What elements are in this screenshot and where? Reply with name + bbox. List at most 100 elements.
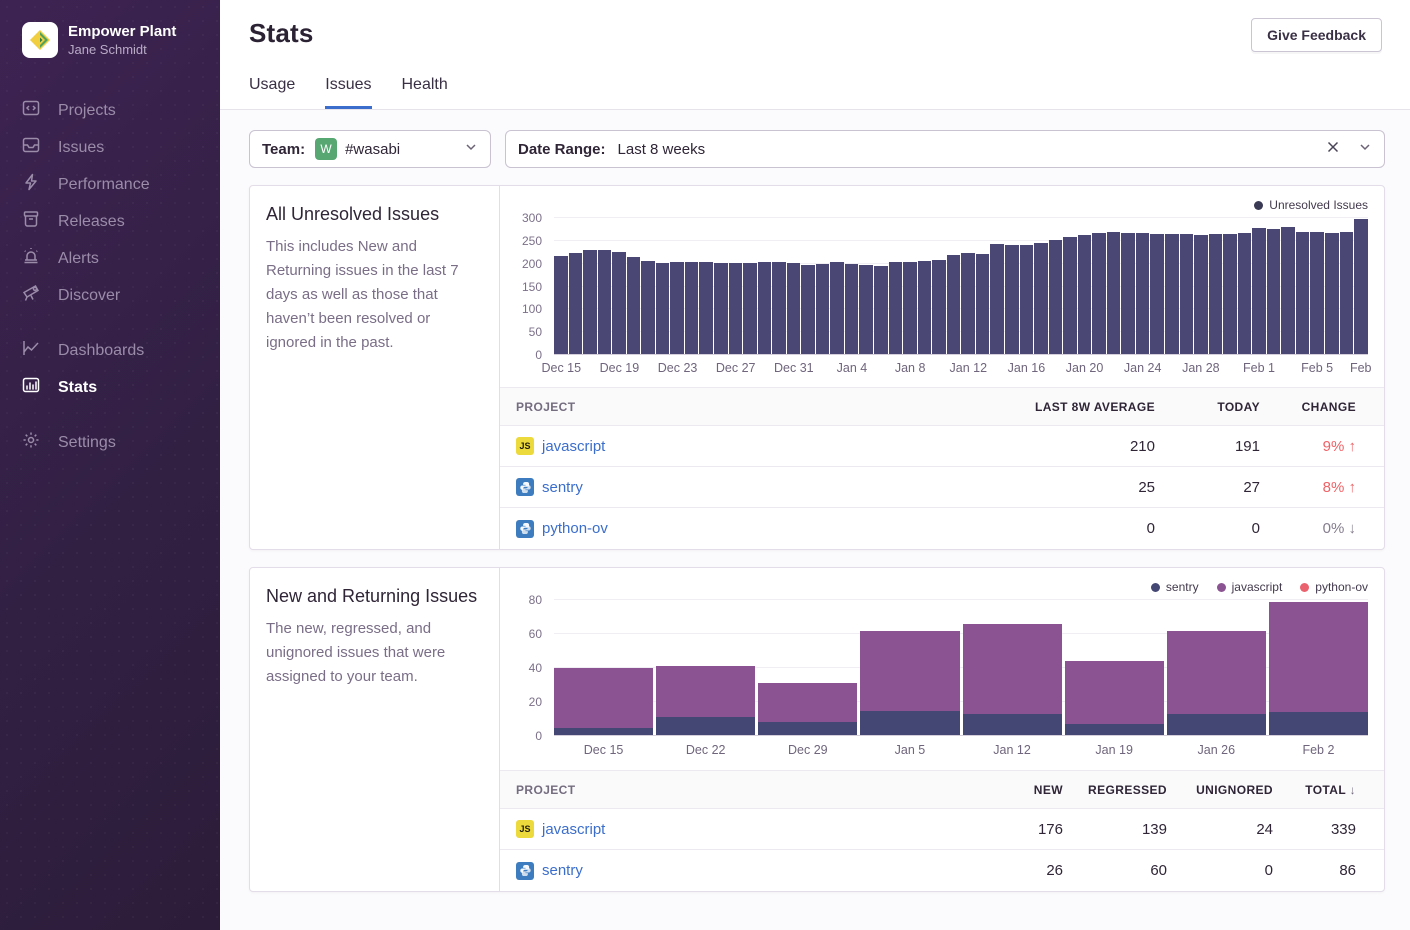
legend-python-ov[interactable]: python-ov <box>1300 580 1368 594</box>
unresolved-issues-chart: Unresolved Issues 050100150200250300 Dec… <box>500 186 1384 377</box>
chart-x-axis: Dec 15Dec 22Dec 29Jan 5Jan 12Jan 19Jan 2… <box>554 736 1368 760</box>
python-project-icon <box>516 520 534 538</box>
x-axis-label: Dec 15 <box>554 736 653 760</box>
legend-label: javascript <box>1232 580 1283 594</box>
sidebar-item-stats[interactable]: Stats <box>22 369 220 406</box>
date-range-value: Last 8 weeks <box>618 141 706 158</box>
table-row: python-ov 0 0 0% ↓ <box>500 508 1384 549</box>
issues-icon <box>22 136 40 159</box>
panel-description: New and Returning Issues The new, regres… <box>250 568 500 891</box>
sidebar-item-label: Projects <box>58 102 116 120</box>
column-header-today: TODAY <box>1155 400 1260 414</box>
tab-issues[interactable]: Issues <box>325 76 371 109</box>
x-axis-label: Dec 29 <box>758 736 857 760</box>
sidebar-item-dashboards[interactable]: Dashboards <box>22 332 220 369</box>
column-header-new: NEW <box>959 783 1063 797</box>
stats-tabs: Usage Issues Health <box>249 76 1382 109</box>
x-axis-label: Feb 2 <box>1269 736 1368 760</box>
tab-health[interactable]: Health <box>402 76 448 109</box>
sidebar-nav: Projects Issues Performance Releases Ale… <box>22 92 220 461</box>
chart-y-axis: 050100150200250300 <box>516 218 546 355</box>
chart-x-axis: Dec 15Dec 19Dec 23Dec 27Dec 31Jan 4Jan 8… <box>554 355 1368 377</box>
change-value: 8% ↑ <box>1260 479 1356 496</box>
project-link[interactable]: javascript <box>542 438 605 455</box>
column-header-avg: LAST 8W AVERAGE <box>955 400 1155 414</box>
filter-bar: Team: W #wasabi Date Range: Last 8 weeks <box>249 130 1385 168</box>
sidebar-item-performance[interactable]: Performance <box>22 166 220 203</box>
unresolved-issues-panel: All Unresolved Issues This includes New … <box>249 185 1385 550</box>
team-value: #wasabi <box>345 141 400 158</box>
sort-descending-icon: ↓ <box>1350 783 1356 797</box>
releases-icon <box>22 210 40 233</box>
sidebar-item-label: Stats <box>58 379 97 397</box>
sidebar-item-label: Performance <box>58 176 150 194</box>
sidebar-item-issues[interactable]: Issues <box>22 129 220 166</box>
unresolved-issues-table: PROJECT LAST 8W AVERAGE TODAY CHANGE JS … <box>500 387 1384 549</box>
panel-description: All Unresolved Issues This includes New … <box>250 186 500 549</box>
tab-usage[interactable]: Usage <box>249 76 295 109</box>
legend-dot-icon <box>1300 583 1309 592</box>
performance-icon <box>22 173 40 196</box>
javascript-project-icon: JS <box>516 820 534 838</box>
arrow-up-icon: ↑ <box>1349 479 1357 496</box>
page-title: Stats <box>249 18 314 49</box>
project-link[interactable]: sentry <box>542 479 583 496</box>
x-axis-label: Dec 22 <box>656 736 755 760</box>
org-switcher[interactable]: Empower Plant Jane Schmidt <box>22 22 220 58</box>
x-axis-label: Jan 26 <box>1167 736 1266 760</box>
unignored-value: 0 <box>1167 862 1273 879</box>
table-row: JS javascript 176 139 24 339 <box>500 809 1384 850</box>
sidebar-item-settings[interactable]: Settings <box>22 424 220 461</box>
regressed-value: 60 <box>1063 862 1167 879</box>
project-link[interactable]: javascript <box>542 821 605 838</box>
new-returning-issues-table: PROJECT NEW REGRESSED UNIGNORED TOTAL ↓ … <box>500 770 1384 891</box>
today-value: 191 <box>1155 438 1260 455</box>
sidebar-item-discover[interactable]: Discover <box>22 277 220 314</box>
python-project-icon <box>516 862 534 880</box>
column-header-project: PROJECT <box>516 400 955 414</box>
panel-title: All Unresolved Issues <box>266 204 483 225</box>
team-select[interactable]: Team: W #wasabi <box>249 130 491 168</box>
panel-title: New and Returning Issues <box>266 586 483 607</box>
legend-unresolved-issues[interactable]: Unresolved Issues <box>1254 198 1368 212</box>
new-value: 176 <box>959 821 1063 838</box>
chart-y-axis: 020406080 <box>516 600 546 736</box>
panel-subtext: The new, regressed, and unignored issues… <box>266 617 483 689</box>
date-range-label: Date Range: <box>518 141 606 158</box>
sidebar-item-label: Releases <box>58 213 125 231</box>
new-returning-issues-panel: New and Returning Issues The new, regres… <box>249 567 1385 892</box>
projects-icon <box>22 99 40 122</box>
date-range-select[interactable]: Date Range: Last 8 weeks <box>505 130 1385 168</box>
today-value: 27 <box>1155 479 1260 496</box>
x-axis-label: Jan 12 <box>963 736 1062 760</box>
legend-label: sentry <box>1166 580 1199 594</box>
legend-dot-icon <box>1217 583 1226 592</box>
org-user: Jane Schmidt <box>68 41 176 58</box>
sidebar-item-releases[interactable]: Releases <box>22 203 220 240</box>
x-axis-label: Jan 5 <box>860 736 959 760</box>
chevron-down-icon <box>1358 140 1372 159</box>
sidebar-item-projects[interactable]: Projects <box>22 92 220 129</box>
table-row: JS javascript 210 191 9% ↑ <box>500 426 1384 467</box>
legend-sentry[interactable]: sentry <box>1151 580 1199 594</box>
nav-divider <box>22 314 220 332</box>
project-link[interactable]: python-ov <box>542 520 608 537</box>
column-header-change: CHANGE <box>1260 400 1356 414</box>
team-avatar: W <box>315 138 337 160</box>
unignored-value: 24 <box>1167 821 1273 838</box>
legend-javascript[interactable]: javascript <box>1217 580 1283 594</box>
column-header-project: PROJECT <box>516 783 959 797</box>
clear-date-icon[interactable] <box>1326 140 1340 158</box>
new-returning-issues-chart: sentry javascript python-ov 020406080 Dec … <box>500 568 1384 760</box>
org-name: Empower Plant <box>68 22 176 41</box>
sidebar-item-label: Issues <box>58 139 104 157</box>
column-header-total[interactable]: TOTAL ↓ <box>1273 783 1356 797</box>
alerts-icon <box>22 247 40 270</box>
settings-icon <box>22 431 40 454</box>
project-link[interactable]: sentry <box>542 862 583 879</box>
sidebar-item-label: Dashboards <box>58 342 144 360</box>
chevron-down-icon <box>464 140 478 159</box>
nav-divider <box>22 406 220 424</box>
sidebar-item-alerts[interactable]: Alerts <box>22 240 220 277</box>
give-feedback-button[interactable]: Give Feedback <box>1251 18 1382 52</box>
